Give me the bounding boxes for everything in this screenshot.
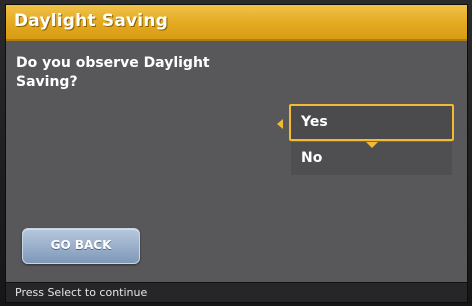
page-title: Daylight Saving xyxy=(14,11,169,31)
option-yes[interactable]: Yes xyxy=(289,104,454,141)
option-no-label: No xyxy=(301,150,323,166)
title-bar: Daylight Saving xyxy=(6,5,467,41)
option-yes-label: Yes xyxy=(301,114,328,130)
options-list: Yes No xyxy=(289,104,454,176)
go-back-button[interactable]: GO BACK xyxy=(22,228,140,264)
caret-down-icon xyxy=(366,142,378,148)
question-text: Do you observe Daylight Saving? xyxy=(16,55,210,90)
display-screen: Daylight Saving Do you observe Daylight … xyxy=(5,4,468,303)
caret-left-icon xyxy=(277,119,283,129)
go-back-label: GO BACK xyxy=(50,238,112,252)
status-bar: Press Select to continue xyxy=(6,282,467,302)
status-text: Press Select to continue xyxy=(15,286,148,299)
